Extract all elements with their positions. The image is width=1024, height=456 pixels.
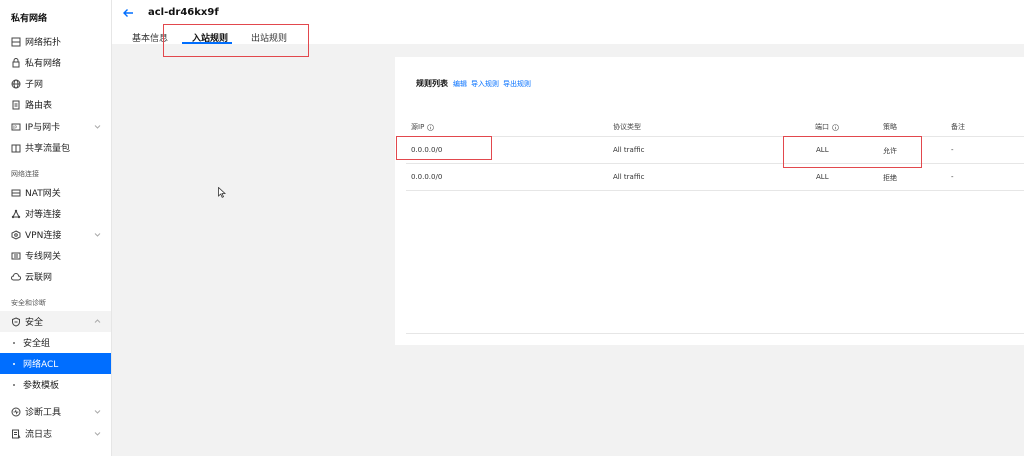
sidebar-item-label: 子网 <box>25 80 44 90</box>
bullet-icon <box>13 383 15 386</box>
sidebar-section-security: 安全和诊断 <box>11 299 46 307</box>
sidebar-item-label: 安全 <box>25 318 44 328</box>
sidebar-item-direct-gateway[interactable]: 专线网关 <box>0 245 111 266</box>
highlight-box-tabs <box>163 24 309 57</box>
table-divider <box>406 190 1024 191</box>
rule-list-panel: 规则列表 编辑 导入规则 导出规则 源IP 协议类型 端口 策略 备注 0.0.… <box>395 57 1024 345</box>
column-header-protocol: 协议类型 <box>613 122 641 132</box>
ip-icon: IP <box>11 122 21 132</box>
package-icon <box>11 143 21 153</box>
chevron-down-icon <box>94 233 101 237</box>
sidebar-item-label: 诊断工具 <box>25 408 62 418</box>
column-header-policy: 策略 <box>883 122 897 132</box>
column-header-label: 端口 <box>815 123 829 131</box>
sidebar-item-label: 路由表 <box>25 101 53 111</box>
sidebar-item-label: 共享流量包 <box>25 144 71 154</box>
line-gateway-icon <box>11 251 21 261</box>
sidebar-item-topology[interactable]: 网络拓扑 <box>0 31 111 52</box>
sidebar-item-label: 参数模板 <box>23 381 60 391</box>
sidebar-subitem-param-template[interactable]: 参数模板 <box>0 374 111 395</box>
sidebar-item-label: 专线网关 <box>25 252 62 262</box>
shield-icon <box>11 316 21 327</box>
column-header-port: 端口 <box>815 122 839 132</box>
cell-source-ip: 0.0.0.0/0 <box>411 173 443 181</box>
sidebar-item-security[interactable]: 安全 <box>0 311 111 332</box>
sidebar-item-label: NAT网关 <box>25 189 61 199</box>
chevron-down-icon <box>94 125 101 129</box>
column-header-source-ip: 源IP <box>411 122 435 132</box>
sidebar-section-network: 网络连接 <box>11 170 39 178</box>
sidebar-item-route-table[interactable]: 路由表 <box>0 94 111 115</box>
table-footer-divider <box>406 333 1024 334</box>
import-rules-link[interactable]: 导入规则 <box>471 79 499 89</box>
sidebar-subitem-security-group[interactable]: 安全组 <box>0 332 111 353</box>
cell-remark: - <box>951 146 954 154</box>
globe-icon <box>11 79 21 89</box>
cell-remark: - <box>951 173 954 181</box>
column-header-label: 源IP <box>411 123 425 131</box>
sidebar-title: 私有网络 <box>11 14 48 24</box>
column-header-label: 策略 <box>883 123 897 131</box>
mouse-cursor-icon <box>218 187 226 198</box>
info-icon[interactable] <box>832 123 839 131</box>
page-title: acl-dr46kx9f <box>148 7 219 18</box>
sidebar-item-label: 云联网 <box>25 273 53 283</box>
chevron-down-icon <box>94 410 101 414</box>
sidebar-item-label: 流日志 <box>25 430 53 440</box>
sidebar-item-label: IP与网卡 <box>25 123 61 133</box>
table-divider <box>406 136 1024 137</box>
vpn-icon <box>11 229 21 240</box>
peering-icon <box>11 209 21 219</box>
sidebar-item-subnet[interactable]: 子网 <box>0 73 111 94</box>
sidebar: 私有网络 网络拓扑 私有网络 子网 路由表 IP IP与网卡 共享流量包 网络连… <box>0 0 112 456</box>
panel-title: 规则列表 <box>416 79 448 88</box>
bullet-icon <box>13 362 15 365</box>
sidebar-item-ip-nic[interactable]: IP IP与网卡 <box>0 116 111 137</box>
sidebar-item-diagnose[interactable]: 诊断工具 <box>0 401 111 422</box>
topology-icon <box>11 37 21 47</box>
chevron-down-icon <box>94 432 101 436</box>
cell-port: ALL <box>816 173 829 181</box>
sidebar-item-label: 网络拓扑 <box>25 38 62 48</box>
back-arrow-icon[interactable] <box>122 7 134 19</box>
info-icon[interactable] <box>427 123 435 131</box>
cloud-network-icon <box>11 272 21 282</box>
sidebar-item-label: 私有网络 <box>25 59 62 69</box>
cell-protocol: All traffic <box>613 146 645 154</box>
table-divider <box>406 163 1024 164</box>
log-icon <box>11 429 21 439</box>
bullet-icon <box>13 341 15 344</box>
sidebar-item-vpn[interactable]: VPN连接 <box>0 224 111 245</box>
document-icon <box>11 100 21 110</box>
sidebar-subitem-network-acl[interactable]: 网络ACL <box>0 353 111 374</box>
edit-link[interactable]: 编辑 <box>453 79 467 89</box>
chevron-up-icon <box>94 319 101 323</box>
highlight-box-source-ip <box>396 136 492 160</box>
sidebar-item-label: 对等连接 <box>25 210 62 220</box>
column-header-remark: 备注 <box>951 122 965 132</box>
export-rules-link[interactable]: 导出规则 <box>503 79 531 89</box>
column-header-label: 协议类型 <box>613 123 641 131</box>
highlight-box-port-policy <box>783 136 922 168</box>
sidebar-item-peering[interactable]: 对等连接 <box>0 203 111 224</box>
cloud-lock-icon <box>11 57 21 68</box>
diagnose-icon <box>11 407 21 417</box>
gateway-icon <box>11 188 21 198</box>
cell-protocol: All traffic <box>613 173 645 181</box>
column-header-label: 备注 <box>951 123 965 131</box>
cell-policy: 拒绝 <box>883 174 897 182</box>
sidebar-item-label: 安全组 <box>23 339 51 349</box>
sidebar-item-flow-log[interactable]: 流日志 <box>0 423 111 444</box>
svg-text:IP: IP <box>13 125 17 130</box>
sidebar-item-label: 网络ACL <box>23 360 59 370</box>
sidebar-item-ccn[interactable]: 云联网 <box>0 266 111 287</box>
sidebar-item-vpc[interactable]: 私有网络 <box>0 52 111 73</box>
sidebar-item-traffic-package[interactable]: 共享流量包 <box>0 137 111 158</box>
sidebar-item-label: VPN连接 <box>25 231 62 241</box>
sidebar-item-nat[interactable]: NAT网关 <box>0 182 111 203</box>
